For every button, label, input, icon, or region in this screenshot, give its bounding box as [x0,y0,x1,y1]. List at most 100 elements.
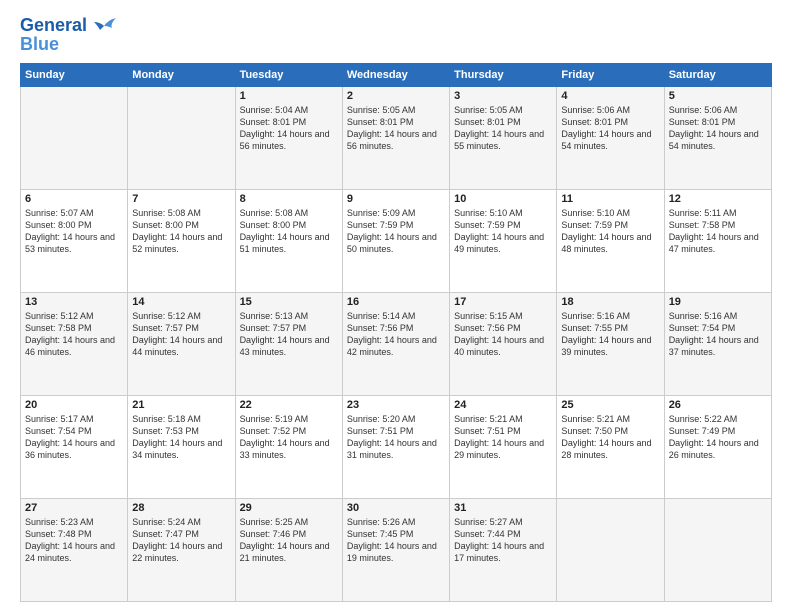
cell-details: Sunrise: 5:08 AM Sunset: 8:00 PM Dayligh… [240,207,338,256]
daylight-text: Daylight: 14 hours and 55 minutes. [454,128,552,152]
sunset-text: Sunset: 7:57 PM [240,322,338,334]
cell-details: Sunrise: 5:18 AM Sunset: 7:53 PM Dayligh… [132,413,230,462]
cell-details: Sunrise: 5:25 AM Sunset: 7:46 PM Dayligh… [240,516,338,565]
logo-blue: Blue [20,34,59,55]
calendar-cell: 27 Sunrise: 5:23 AM Sunset: 7:48 PM Dayl… [21,498,128,601]
daylight-text: Daylight: 14 hours and 51 minutes. [240,231,338,255]
sunrise-text: Sunrise: 5:11 AM [669,207,767,219]
cell-details: Sunrise: 5:08 AM Sunset: 8:00 PM Dayligh… [132,207,230,256]
sunrise-text: Sunrise: 5:27 AM [454,516,552,528]
day-number: 29 [240,502,338,514]
cell-details: Sunrise: 5:06 AM Sunset: 8:01 PM Dayligh… [669,104,767,153]
day-number: 27 [25,502,123,514]
day-number: 26 [669,399,767,411]
calendar-cell: 14 Sunrise: 5:12 AM Sunset: 7:57 PM Dayl… [128,292,235,395]
day-number: 3 [454,90,552,102]
sunrise-text: Sunrise: 5:18 AM [132,413,230,425]
calendar-week-1: 1 Sunrise: 5:04 AM Sunset: 8:01 PM Dayli… [21,86,772,189]
cell-details: Sunrise: 5:24 AM Sunset: 7:47 PM Dayligh… [132,516,230,565]
calendar-cell: 31 Sunrise: 5:27 AM Sunset: 7:44 PM Dayl… [450,498,557,601]
calendar-cell: 23 Sunrise: 5:20 AM Sunset: 7:51 PM Dayl… [342,395,449,498]
sunset-text: Sunset: 7:53 PM [132,425,230,437]
sunrise-text: Sunrise: 5:23 AM [25,516,123,528]
daylight-text: Daylight: 14 hours and 31 minutes. [347,437,445,461]
calendar-cell: 22 Sunrise: 5:19 AM Sunset: 7:52 PM Dayl… [235,395,342,498]
calendar-cell: 18 Sunrise: 5:16 AM Sunset: 7:55 PM Dayl… [557,292,664,395]
daylight-text: Daylight: 14 hours and 37 minutes. [669,334,767,358]
calendar-cell: 12 Sunrise: 5:11 AM Sunset: 7:58 PM Dayl… [664,189,771,292]
weekday-header-row: SundayMondayTuesdayWednesdayThursdayFrid… [21,63,772,86]
daylight-text: Daylight: 14 hours and 43 minutes. [240,334,338,358]
daylight-text: Daylight: 14 hours and 54 minutes. [669,128,767,152]
daylight-text: Daylight: 14 hours and 44 minutes. [132,334,230,358]
day-number: 21 [132,399,230,411]
sunset-text: Sunset: 8:00 PM [132,219,230,231]
calendar-cell: 15 Sunrise: 5:13 AM Sunset: 7:57 PM Dayl… [235,292,342,395]
sunrise-text: Sunrise: 5:24 AM [132,516,230,528]
calendar-cell [557,498,664,601]
sunrise-text: Sunrise: 5:13 AM [240,310,338,322]
day-number: 24 [454,399,552,411]
day-number: 2 [347,90,445,102]
daylight-text: Daylight: 14 hours and 40 minutes. [454,334,552,358]
sunset-text: Sunset: 7:46 PM [240,528,338,540]
calendar-week-3: 13 Sunrise: 5:12 AM Sunset: 7:58 PM Dayl… [21,292,772,395]
sunset-text: Sunset: 7:59 PM [561,219,659,231]
calendar-cell: 4 Sunrise: 5:06 AM Sunset: 8:01 PM Dayli… [557,86,664,189]
day-number: 31 [454,502,552,514]
logo-bird-icon [94,18,116,34]
sunset-text: Sunset: 8:01 PM [454,116,552,128]
calendar-cell: 29 Sunrise: 5:25 AM Sunset: 7:46 PM Dayl… [235,498,342,601]
calendar-cell: 24 Sunrise: 5:21 AM Sunset: 7:51 PM Dayl… [450,395,557,498]
calendar-table: SundayMondayTuesdayWednesdayThursdayFrid… [20,63,772,602]
logo: General Blue [20,16,116,55]
cell-details: Sunrise: 5:11 AM Sunset: 7:58 PM Dayligh… [669,207,767,256]
cell-details: Sunrise: 5:05 AM Sunset: 8:01 PM Dayligh… [347,104,445,153]
sunrise-text: Sunrise: 5:26 AM [347,516,445,528]
sunrise-text: Sunrise: 5:08 AM [240,207,338,219]
daylight-text: Daylight: 14 hours and 26 minutes. [669,437,767,461]
calendar-cell: 11 Sunrise: 5:10 AM Sunset: 7:59 PM Dayl… [557,189,664,292]
day-number: 17 [454,296,552,308]
day-number: 15 [240,296,338,308]
sunset-text: Sunset: 8:01 PM [669,116,767,128]
sunset-text: Sunset: 8:00 PM [25,219,123,231]
weekday-header-sunday: Sunday [21,63,128,86]
sunset-text: Sunset: 7:59 PM [347,219,445,231]
calendar-cell: 8 Sunrise: 5:08 AM Sunset: 8:00 PM Dayli… [235,189,342,292]
sunrise-text: Sunrise: 5:16 AM [561,310,659,322]
sunset-text: Sunset: 7:54 PM [25,425,123,437]
cell-details: Sunrise: 5:06 AM Sunset: 8:01 PM Dayligh… [561,104,659,153]
calendar-cell [664,498,771,601]
daylight-text: Daylight: 14 hours and 39 minutes. [561,334,659,358]
day-number: 5 [669,90,767,102]
day-number: 19 [669,296,767,308]
day-number: 8 [240,193,338,205]
calendar-cell: 16 Sunrise: 5:14 AM Sunset: 7:56 PM Dayl… [342,292,449,395]
day-number: 28 [132,502,230,514]
sunset-text: Sunset: 7:47 PM [132,528,230,540]
header: General Blue [20,16,772,55]
daylight-text: Daylight: 14 hours and 17 minutes. [454,540,552,564]
sunrise-text: Sunrise: 5:14 AM [347,310,445,322]
sunset-text: Sunset: 7:45 PM [347,528,445,540]
calendar-cell: 3 Sunrise: 5:05 AM Sunset: 8:01 PM Dayli… [450,86,557,189]
weekday-header-wednesday: Wednesday [342,63,449,86]
calendar-cell: 26 Sunrise: 5:22 AM Sunset: 7:49 PM Dayl… [664,395,771,498]
sunset-text: Sunset: 8:01 PM [347,116,445,128]
cell-details: Sunrise: 5:26 AM Sunset: 7:45 PM Dayligh… [347,516,445,565]
sunrise-text: Sunrise: 5:06 AM [669,104,767,116]
calendar-cell: 10 Sunrise: 5:10 AM Sunset: 7:59 PM Dayl… [450,189,557,292]
sunset-text: Sunset: 7:55 PM [561,322,659,334]
sunset-text: Sunset: 8:01 PM [240,116,338,128]
sunrise-text: Sunrise: 5:07 AM [25,207,123,219]
cell-details: Sunrise: 5:14 AM Sunset: 7:56 PM Dayligh… [347,310,445,359]
calendar-cell: 21 Sunrise: 5:18 AM Sunset: 7:53 PM Dayl… [128,395,235,498]
sunrise-text: Sunrise: 5:10 AM [561,207,659,219]
calendar-cell: 5 Sunrise: 5:06 AM Sunset: 8:01 PM Dayli… [664,86,771,189]
calendar-cell: 2 Sunrise: 5:05 AM Sunset: 8:01 PM Dayli… [342,86,449,189]
sunrise-text: Sunrise: 5:12 AM [132,310,230,322]
daylight-text: Daylight: 14 hours and 49 minutes. [454,231,552,255]
sunrise-text: Sunrise: 5:05 AM [347,104,445,116]
daylight-text: Daylight: 14 hours and 36 minutes. [25,437,123,461]
